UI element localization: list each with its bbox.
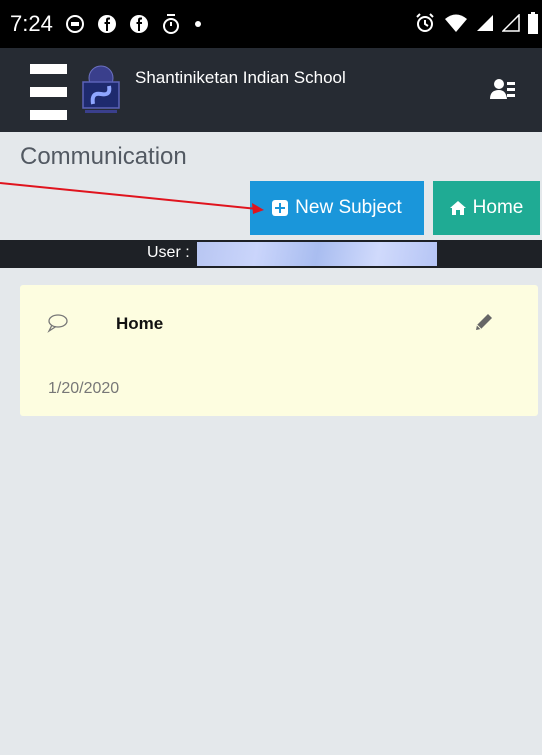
- card-date: 1/20/2020: [48, 380, 120, 397]
- home-icon: [449, 201, 466, 215]
- pencil-icon[interactable]: [474, 312, 494, 332]
- status-time: 7:24: [10, 11, 53, 36]
- home-label: Home: [472, 197, 524, 218]
- app-bar: Shantiniketan Indian School: [0, 48, 542, 132]
- plus-square-icon: [272, 200, 289, 216]
- dot-icon: [194, 21, 201, 27]
- new-subject-label: New Subject: [295, 197, 402, 218]
- school-logo: [82, 65, 120, 113]
- page-title: Communication: [20, 143, 187, 170]
- wifi-icon: [445, 14, 467, 32]
- signal-icon: [502, 14, 520, 32]
- card-title: Home: [116, 314, 164, 333]
- app-title: Shantiniketan Indian School: [135, 68, 346, 87]
- timer-icon: [162, 14, 179, 34]
- user-name-redacted: [197, 242, 437, 266]
- user-profile-icon[interactable]: [490, 78, 516, 100]
- battery-icon: [528, 12, 538, 34]
- new-subject-button[interactable]: New Subject: [250, 181, 424, 235]
- menu-bar-line: [30, 64, 67, 74]
- user-label: User :: [147, 244, 190, 261]
- message-icon: [65, 15, 84, 33]
- facebook-icon: [129, 15, 148, 33]
- home-button[interactable]: Home: [433, 181, 540, 235]
- user-strip: User :: [0, 240, 542, 268]
- alarm-icon: [416, 13, 434, 32]
- menu-bar-line: [30, 110, 67, 120]
- comment-icon: [47, 314, 68, 333]
- notification-icons: [65, 13, 203, 35]
- signal-icon: [477, 15, 493, 31]
- status-bar: 7:24: [0, 0, 542, 48]
- menu-bar-line: [30, 87, 67, 97]
- subject-card[interactable]: Home 1/20/2020: [20, 285, 538, 416]
- facebook-icon: [97, 15, 116, 33]
- menu-button[interactable]: [30, 64, 67, 120]
- system-icons: [414, 12, 538, 34]
